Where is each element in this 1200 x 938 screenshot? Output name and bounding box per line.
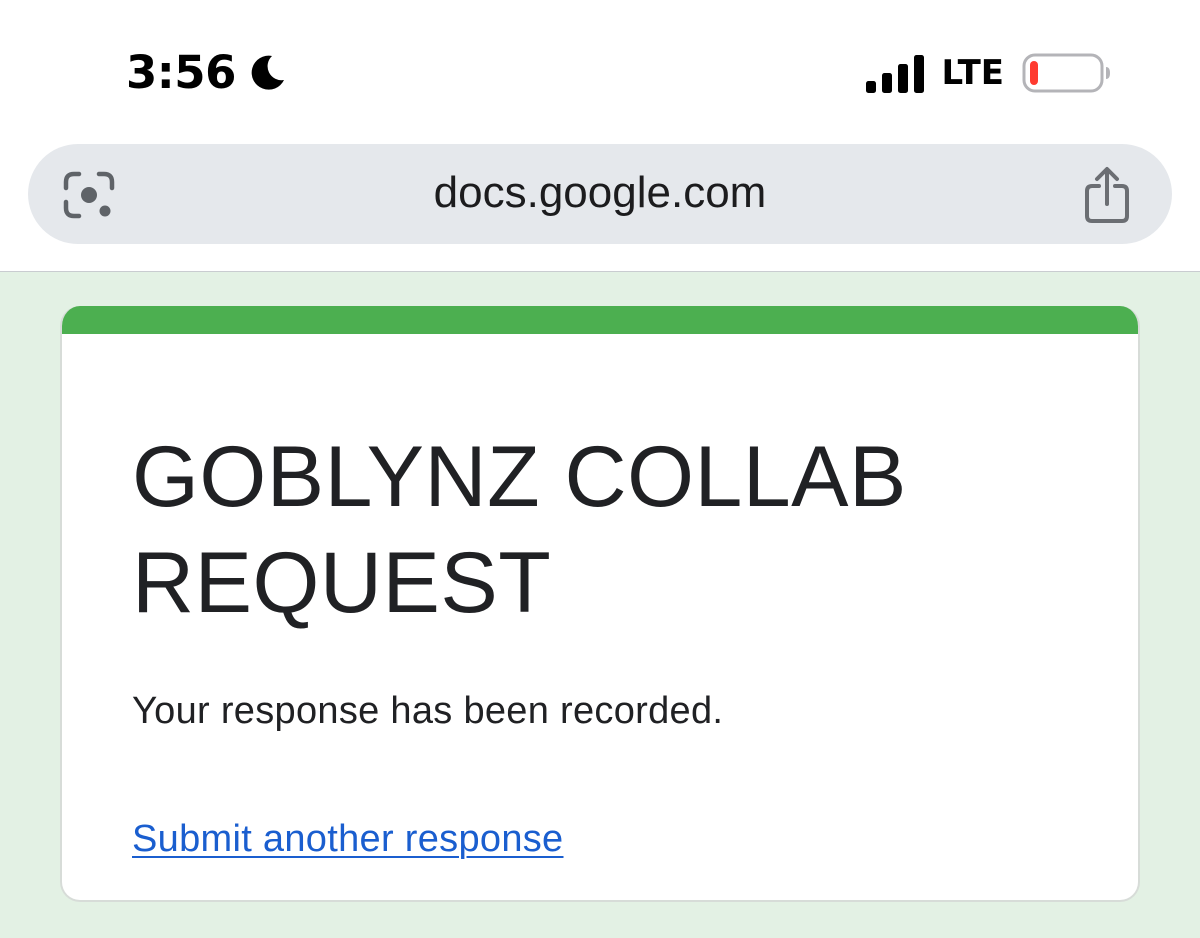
cellular-signal-icon — [865, 55, 924, 93]
battery-level-fill — [1030, 61, 1038, 85]
url-text[interactable]: docs.google.com — [28, 144, 1172, 244]
network-type-label: LTE — [941, 53, 1004, 93]
status-time-group: 3:56 — [126, 44, 288, 102]
share-icon[interactable] — [1082, 166, 1132, 224]
card-accent-bar — [62, 306, 1138, 334]
address-bar[interactable]: docs.google.com — [28, 144, 1172, 244]
form-title: GOBLYNZ COLLAB REQUEST — [132, 429, 907, 631]
submit-another-response-link[interactable]: Submit another response — [132, 814, 564, 864]
status-bar: 3:56 LTE — [0, 0, 1200, 140]
confirmation-message: Your response has been recorded. — [132, 690, 724, 732]
moon-icon — [251, 55, 284, 90]
status-indicators: LTE — [865, 46, 1112, 100]
form-card: GOBLYNZ COLLAB REQUEST Your response has… — [60, 306, 1140, 902]
form-page: GOBLYNZ COLLAB REQUEST Your response has… — [0, 272, 1200, 938]
status-time: 3:56 — [126, 46, 236, 99]
battery-low-icon — [1022, 53, 1110, 93]
